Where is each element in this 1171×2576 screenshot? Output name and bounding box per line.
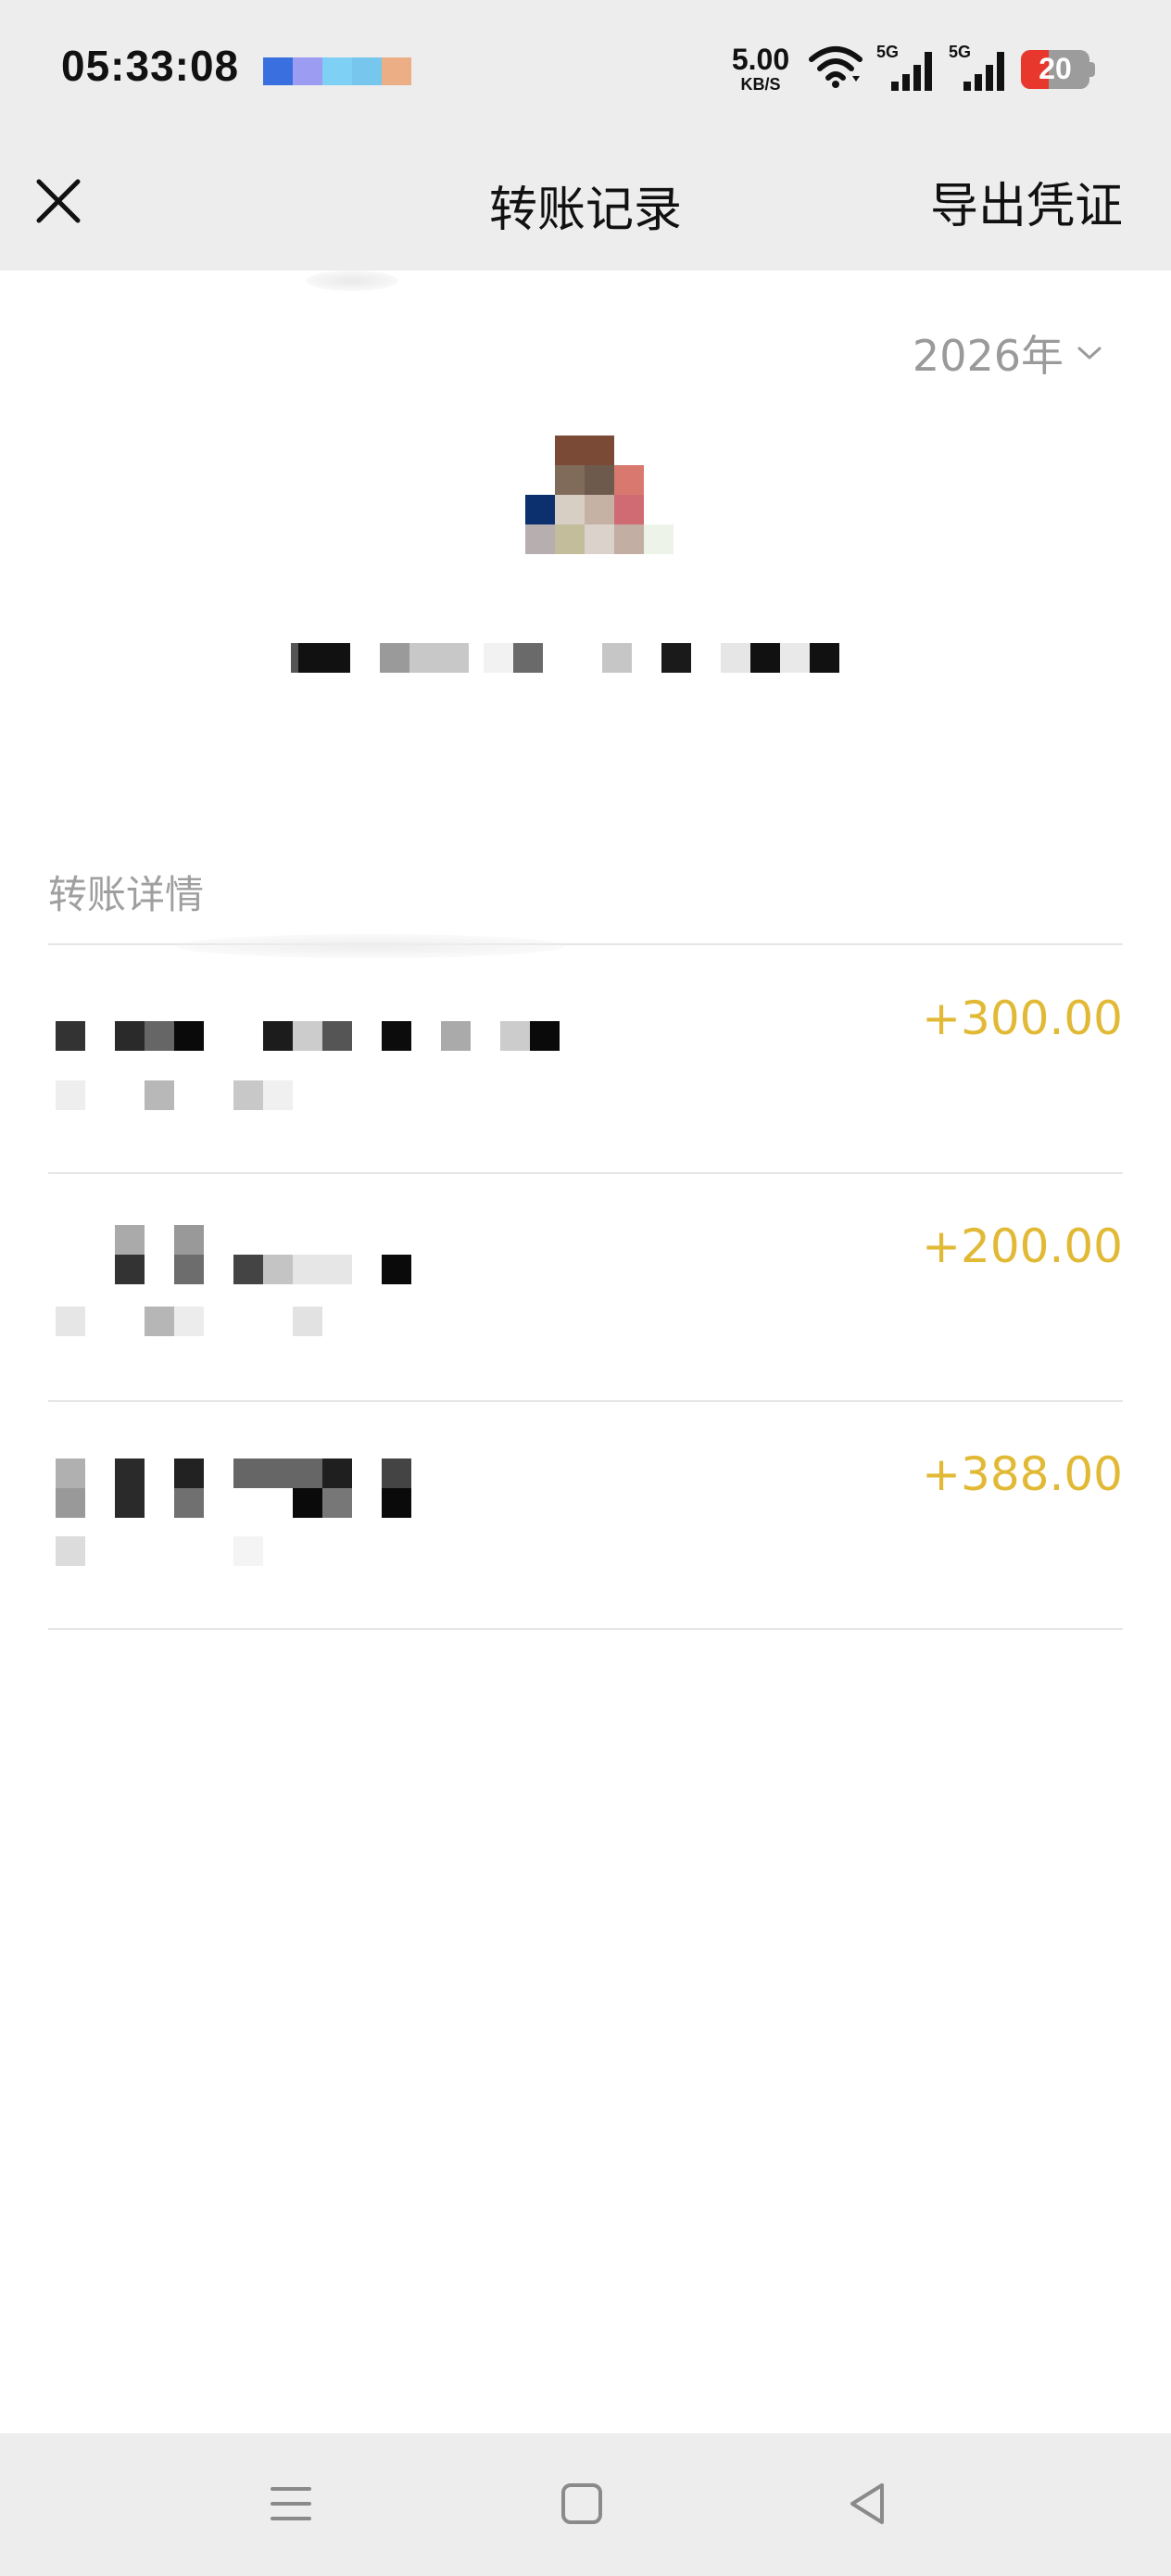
notification-icon	[352, 57, 382, 85]
export-voucher-button[interactable]: 导出凭证	[930, 167, 1123, 236]
transaction-amount: +388.00	[922, 1447, 1123, 1501]
wifi-icon	[809, 46, 863, 88]
back-button[interactable]	[841, 2476, 897, 2532]
menu-icon	[271, 2487, 311, 2520]
transaction-info-redacted	[56, 1021, 574, 1114]
system-nav-bar	[0, 2433, 1171, 2576]
section-label: 转账详情	[48, 872, 205, 917]
notification-icon	[293, 57, 322, 85]
menu-button[interactable]	[263, 2476, 319, 2532]
back-icon	[850, 2483, 884, 2524]
transaction-row[interactable]: +300.00	[48, 945, 1123, 1173]
battery-icon: 20	[1021, 50, 1095, 89]
year-select[interactable]: 2026年	[913, 322, 1102, 384]
status-time: 05:33:08	[61, 42, 240, 90]
year-select-label: 2026年	[912, 331, 1064, 381]
battery-level: 20	[1039, 52, 1072, 85]
transaction-amount: +200.00	[922, 1219, 1123, 1273]
status-bar: 05:33:08 5.00 KB/S 5G 5G 20	[0, 0, 1171, 139]
transaction-info-redacted	[56, 1225, 574, 1342]
avatar	[525, 436, 674, 586]
notification-icon	[263, 57, 293, 85]
notification-icon	[382, 57, 411, 85]
payee-name-redacted	[291, 643, 880, 673]
network-speed: 5.00 KB/S	[728, 44, 793, 93]
transaction-amount: +300.00	[922, 991, 1123, 1045]
top-navbar: 转账记录 导出凭证	[0, 139, 1171, 271]
transaction-row[interactable]: +388.00	[48, 1401, 1123, 1629]
transaction-info-redacted	[56, 1458, 574, 1570]
notification-icons	[263, 57, 411, 85]
home-button[interactable]	[554, 2476, 610, 2532]
signal-bars-icon	[963, 52, 1004, 91]
divider	[48, 1628, 1123, 1630]
signal-2: 5G	[949, 43, 1010, 91]
signal-1: 5G	[876, 43, 938, 91]
network-speed-value: 5.00	[731, 43, 790, 76]
notification-icon	[322, 57, 352, 85]
chevron-down-icon	[1077, 347, 1102, 360]
signal-bars-icon	[891, 52, 932, 91]
network-speed-unit: KB/S	[740, 75, 781, 94]
transaction-row[interactable]: +200.00	[48, 1173, 1123, 1401]
home-icon	[561, 2483, 602, 2524]
blur-artifact	[306, 271, 398, 291]
